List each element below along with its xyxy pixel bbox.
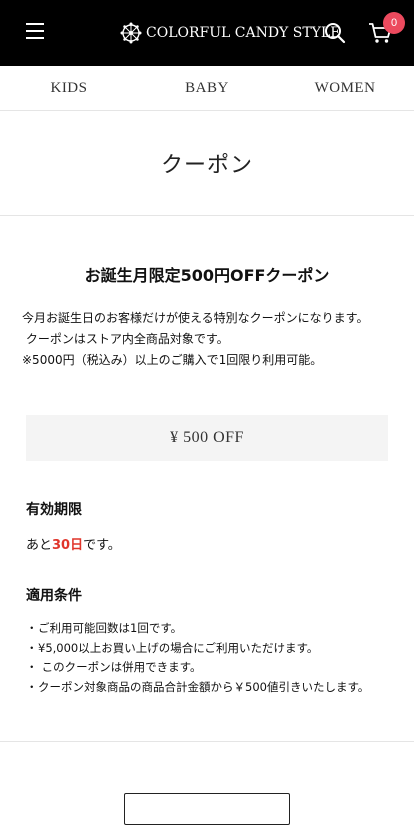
condition-text: ¥5,000以上お買い上げの場合にご利用いただけます。: [38, 640, 319, 655]
nav-item-baby[interactable]: BABY: [138, 66, 276, 110]
expiry-text: あと30日です。: [26, 534, 388, 553]
description-line: クーポンはストア内全商品対象です。: [22, 332, 229, 346]
condition-text: このクーポンは併用できます。: [38, 660, 202, 674]
page-title-section: クーポン: [0, 111, 414, 216]
expiry-suffix: です。: [83, 538, 121, 553]
expiry-heading: 有効期限: [26, 502, 82, 518]
bullet: ・: [26, 640, 38, 655]
conditions-list: ・ ご利用可能回数は1回です。 ・ ¥5,000以上お買い上げの場合にご利用いた…: [26, 619, 388, 697]
coupon-title: お誕生月限定500円OFFクーポン: [84, 266, 330, 285]
category-nav: KIDS BABY WOMEN: [0, 66, 414, 111]
condition-text: クーポン対象商品の商品合計金額から￥500値引きいたします。: [38, 679, 370, 694]
coupon-description: 今月お誕生日のお客様だけが使える特別なクーポンになります。 クーポンはストア内全…: [22, 308, 388, 371]
search-icon[interactable]: [324, 22, 346, 44]
cart-count-badge[interactable]: 0: [383, 12, 405, 34]
list-item: ・ クーポン対象商品の商品合計金額から￥500値引きいたします。: [26, 678, 388, 698]
list-item: ・ このクーポンは併用できます。: [26, 658, 388, 678]
bullet: ・: [26, 679, 38, 694]
expiry-days: 30日: [52, 538, 84, 553]
list-item: ・ ご利用可能回数は1回です。: [26, 619, 388, 639]
brand-name: COLORFUL CANDY STYLE: [146, 25, 341, 41]
bullet: ・: [26, 621, 38, 635]
brand-logo[interactable]: COLORFUL CANDY STYLE: [120, 20, 340, 46]
list-item: ・ ¥5,000以上お買い上げの場合にご利用いただけます。: [26, 639, 388, 659]
description-line: ※5000円（税込み）以上のご購入で1回限り利用可能。: [22, 353, 323, 367]
section-divider: [0, 741, 414, 742]
nav-item-kids[interactable]: KIDS: [0, 66, 138, 110]
conditions-heading: 適用条件: [26, 588, 82, 604]
condition-text: ご利用可能回数は1回です。: [38, 621, 183, 635]
ferris-wheel-logo-icon: [120, 22, 142, 44]
hamburger-menu-icon[interactable]: [26, 23, 44, 41]
page-title: クーポン: [160, 153, 253, 178]
bottom-action-button[interactable]: [124, 793, 290, 825]
coupon-amount: ¥ 500 OFF: [26, 415, 388, 461]
coupon-content: お誕生月限定500円OFFクーポン 今月お誕生日のお客様だけが使える特別なクーポ…: [0, 262, 414, 697]
bullet: ・: [26, 660, 38, 674]
nav-item-women[interactable]: WOMEN: [276, 66, 414, 110]
site-header: COLORFUL CANDY STYLE 0: [0, 0, 414, 66]
description-line: 今月お誕生日のお客様だけが使える特別なクーポンになります。: [22, 311, 369, 325]
expiry-prefix: あと: [26, 538, 53, 553]
